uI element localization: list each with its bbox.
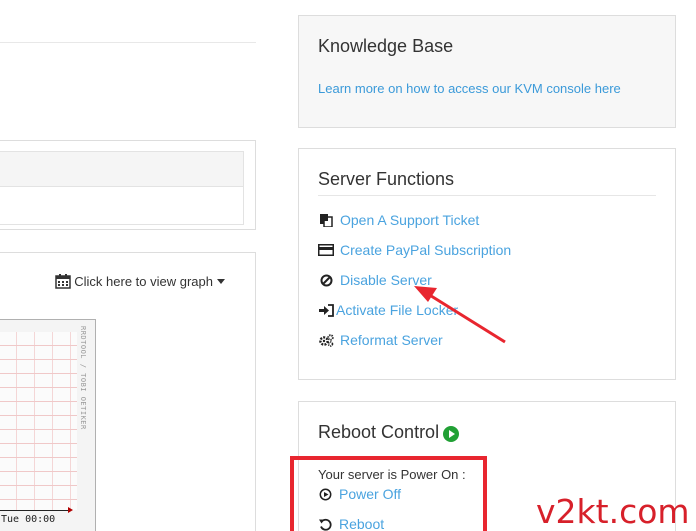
graph-x-label: Tue 00:00 xyxy=(1,514,56,525)
reboot-control-title-text: Reboot Control xyxy=(318,422,440,442)
ticket-icon xyxy=(318,213,334,227)
highlight-box xyxy=(290,456,487,531)
disable-server-link[interactable]: Disable Server xyxy=(318,272,432,288)
graph-side-label: RRDTOOL / TOBI OETIKER xyxy=(79,326,87,430)
reformat-server-link[interactable]: Reformat Server xyxy=(318,332,443,348)
disable-server-label: Disable Server xyxy=(340,272,432,288)
info-panel xyxy=(0,140,256,230)
caret-down-icon xyxy=(217,278,225,284)
watermark: v2kt.com xyxy=(536,492,690,531)
create-paypal-subscription-label: Create PayPal Subscription xyxy=(340,242,512,258)
play-circle-icon xyxy=(443,425,460,442)
kvm-console-link[interactable]: Learn more on how to access our KVM cons… xyxy=(318,81,621,96)
server-functions-title: Server Functions xyxy=(318,169,455,189)
info-panel-header xyxy=(0,151,244,187)
divider xyxy=(318,195,656,196)
view-graph-label: Click here to view graph xyxy=(74,273,213,289)
view-graph-dropdown[interactable]: Click here to view graph xyxy=(55,273,225,289)
sign-in-icon xyxy=(318,303,334,317)
activate-file-locker-link[interactable]: Activate File Locker xyxy=(318,302,458,318)
cogs-icon xyxy=(318,333,334,347)
axis-arrow-icon xyxy=(68,507,73,513)
open-support-ticket-label: Open A Support Ticket xyxy=(340,212,480,228)
reboot-control-title: Reboot Control xyxy=(318,422,460,443)
traffic-graph: Tue 00:00 RRDTOOL / TOBI OETIKER xyxy=(0,319,96,531)
open-support-ticket-link[interactable]: Open A Support Ticket xyxy=(318,212,479,228)
graph-panel: Click here to view graph Tue 00:00 RRDTO… xyxy=(0,252,256,531)
server-functions-panel: Server Functions Open A Support Ticket C… xyxy=(298,148,676,380)
graph-x-axis xyxy=(0,510,69,511)
create-paypal-subscription-link[interactable]: Create PayPal Subscription xyxy=(318,242,511,258)
info-panel-body xyxy=(0,187,244,225)
activate-file-locker-label: Activate File Locker xyxy=(336,302,459,318)
credit-card-icon xyxy=(318,243,334,257)
graph-grid xyxy=(0,332,77,510)
knowledge-base-title: Knowledge Base xyxy=(318,36,454,56)
reformat-server-label: Reformat Server xyxy=(340,332,443,348)
ban-icon xyxy=(318,273,334,287)
divider xyxy=(0,42,256,43)
calendar-icon xyxy=(55,273,72,289)
knowledge-base-panel: Knowledge Base Learn more on how to acce… xyxy=(298,15,676,128)
page: Click here to view graph Tue 00:00 RRDTO… xyxy=(0,0,696,531)
